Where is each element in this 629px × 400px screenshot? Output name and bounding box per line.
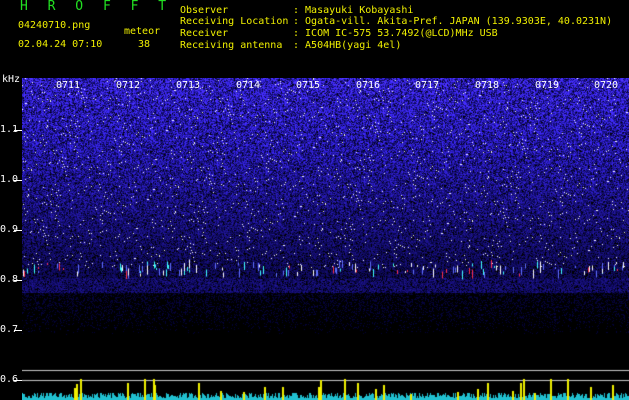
time-label: 0711 xyxy=(56,80,81,91)
time-label: 0716 xyxy=(356,80,381,91)
y-axis-unit: kHz xyxy=(2,74,21,85)
time-label: 0713 xyxy=(176,80,201,91)
y-tick xyxy=(14,130,22,131)
meteor-label: meteor xyxy=(124,26,161,37)
info-label-location: Receiving Location xyxy=(180,16,289,27)
filename: 04240710.png xyxy=(18,20,91,31)
datetime: 02.04.24 07:10 xyxy=(18,39,103,50)
time-label: 0714 xyxy=(236,80,261,91)
y-tick xyxy=(14,230,22,231)
y-tick xyxy=(14,280,22,281)
info-value-antenna: : A504HB(yagi 4el) xyxy=(293,40,402,51)
info-value-receiver: : ICOM IC-575 53.7492(@LCD)MHz USB xyxy=(293,28,498,39)
hrofft-screen: H R O F F T 04240710.png 02.04.24 07:10 … xyxy=(0,0,629,400)
spectrogram-canvas xyxy=(22,78,629,400)
info-label-antenna: Receiving antenna xyxy=(180,40,283,51)
y-tick xyxy=(14,330,22,331)
y-tick xyxy=(14,180,22,181)
time-label: 0719 xyxy=(535,80,560,91)
y-tick xyxy=(14,380,22,381)
info-value-location: : Ogata-vill. Akita-Pref. JAPAN (139.930… xyxy=(293,16,613,27)
info-label-receiver: Receiver xyxy=(180,28,229,39)
time-label: 0715 xyxy=(296,80,321,91)
time-label: 0718 xyxy=(475,80,500,91)
time-label: 0720 xyxy=(594,80,619,91)
brand-title: H R O F F T xyxy=(20,0,173,14)
meteor-count: 38 xyxy=(138,39,151,50)
time-label: 0717 xyxy=(415,80,440,91)
time-label: 0712 xyxy=(116,80,141,91)
